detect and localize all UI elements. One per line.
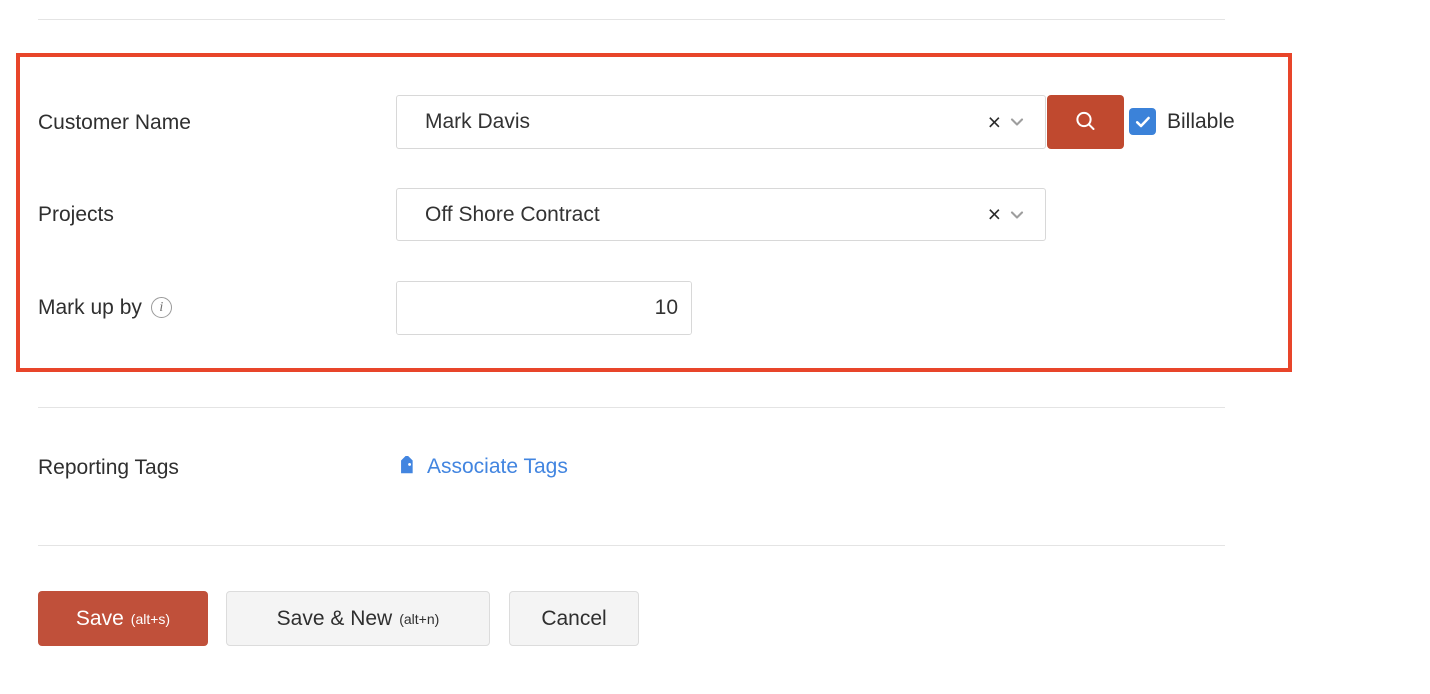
clear-icon[interactable]: × — [988, 203, 1001, 226]
billable-checkbox[interactable] — [1129, 108, 1156, 135]
markup-input-group[interactable]: % — [396, 281, 692, 335]
customer-search-button[interactable] — [1047, 95, 1124, 149]
billable-label: Billable — [1167, 110, 1235, 134]
search-icon — [1071, 107, 1101, 137]
clear-icon[interactable]: × — [988, 111, 1001, 134]
projects-label: Projects — [38, 204, 114, 225]
cancel-button[interactable]: Cancel — [509, 591, 639, 646]
section-divider-bottom — [38, 545, 1225, 546]
check-icon — [1134, 113, 1152, 131]
projects-value: Off Shore Contract — [425, 203, 988, 227]
save-button[interactable]: Save (alt+s) — [38, 591, 208, 646]
save-and-new-button-label: Save & New — [277, 607, 393, 631]
customer-name-field-icons: × — [988, 111, 1045, 134]
billable-checkbox-group[interactable]: Billable — [1129, 108, 1235, 135]
save-button-hint: (alt+s) — [131, 611, 170, 627]
customer-name-select[interactable]: Mark Davis × — [396, 95, 1046, 149]
projects-field-icons: × — [988, 203, 1045, 226]
reporting-tags-label: Reporting Tags — [38, 457, 179, 478]
associate-tags-link[interactable]: Associate Tags — [396, 455, 568, 479]
associate-tags-text: Associate Tags — [427, 455, 568, 479]
projects-select[interactable]: Off Shore Contract × — [396, 188, 1046, 241]
customer-name-label: Customer Name — [38, 112, 191, 133]
chevron-down-icon[interactable] — [1009, 207, 1025, 223]
save-button-label: Save — [76, 607, 124, 631]
customer-name-value: Mark Davis — [425, 110, 988, 134]
markup-label-group: Mark up by i — [38, 297, 172, 318]
tag-icon — [396, 456, 418, 478]
info-icon[interactable]: i — [151, 297, 172, 318]
chevron-down-icon[interactable] — [1009, 114, 1025, 130]
markup-input[interactable] — [397, 282, 692, 334]
save-and-new-button[interactable]: Save & New (alt+n) — [226, 591, 490, 646]
section-divider-top — [38, 19, 1225, 20]
cancel-button-label: Cancel — [541, 607, 606, 631]
save-and-new-button-hint: (alt+n) — [399, 611, 439, 627]
markup-label: Mark up by — [38, 297, 142, 318]
section-divider-middle — [38, 407, 1225, 408]
